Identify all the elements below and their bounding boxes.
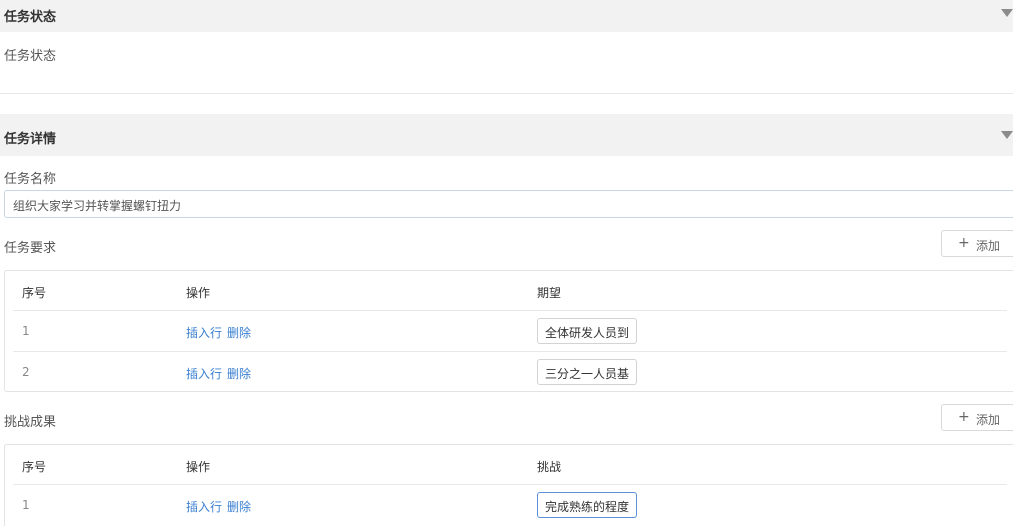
row-index: 1 (22, 324, 30, 338)
collapse-caret-icon[interactable] (1001, 131, 1013, 139)
results-table: 序号 操作 挑战 1 插入行 删除 完成熟练的程度 (4, 444, 1013, 526)
column-header-action: 操作 (186, 286, 211, 300)
insert-row-link[interactable]: 插入行 (186, 498, 222, 515)
insert-row-link[interactable]: 插入行 (186, 324, 222, 341)
column-header-index: 序号 (22, 460, 47, 474)
add-requirement-button[interactable]: + 添加 (941, 230, 1013, 257)
add-result-button[interactable]: + 添加 (941, 404, 1013, 431)
detail-section-header[interactable]: 任务详情 (0, 114, 1013, 156)
expectation-input[interactable]: 三分之一人员基 (537, 359, 637, 385)
status-section-header[interactable]: 任务状态 (0, 0, 1013, 32)
table-divider (13, 351, 1007, 352)
plus-icon: + (958, 235, 970, 251)
detail-section-title: 任务详情 (4, 132, 57, 147)
task-form-page: 任务状态 任务状态 任务详情 任务名称 组织大家学习并转掌握螺钉扭力 任务要求 … (0, 0, 1013, 526)
delete-row-link[interactable]: 删除 (227, 498, 251, 515)
table-divider (13, 310, 1007, 311)
status-section-title: 任务状态 (4, 10, 57, 25)
insert-row-link[interactable]: 插入行 (186, 365, 222, 382)
column-header-action: 操作 (186, 460, 211, 474)
status-divider (0, 93, 1013, 94)
delete-row-link[interactable]: 删除 (227, 324, 251, 341)
column-header-challenge: 挑战 (537, 460, 562, 474)
table-divider (13, 484, 1007, 485)
status-field-label: 任务状态 (4, 49, 57, 64)
requirements-label: 任务要求 (4, 241, 57, 256)
add-button-label: 添加 (976, 413, 1001, 427)
add-button-label: 添加 (976, 239, 1001, 253)
column-header-index: 序号 (22, 286, 47, 300)
task-name-label: 任务名称 (4, 172, 57, 187)
column-header-expectation: 期望 (537, 286, 562, 300)
results-label: 挑战成果 (4, 415, 57, 430)
task-name-input[interactable]: 组织大家学习并转掌握螺钉扭力 (4, 190, 1013, 218)
row-index: 1 (22, 498, 30, 512)
plus-icon: + (958, 409, 970, 425)
requirements-table: 序号 操作 期望 1 插入行 删除 全体研发人员到 2 插入行 删除 三分之一人… (4, 270, 1013, 392)
collapse-caret-icon[interactable] (1001, 9, 1013, 17)
expectation-input[interactable]: 全体研发人员到 (537, 318, 637, 344)
row-index: 2 (22, 365, 30, 379)
delete-row-link[interactable]: 删除 (227, 365, 251, 382)
challenge-input[interactable]: 完成熟练的程度 (537, 492, 637, 518)
